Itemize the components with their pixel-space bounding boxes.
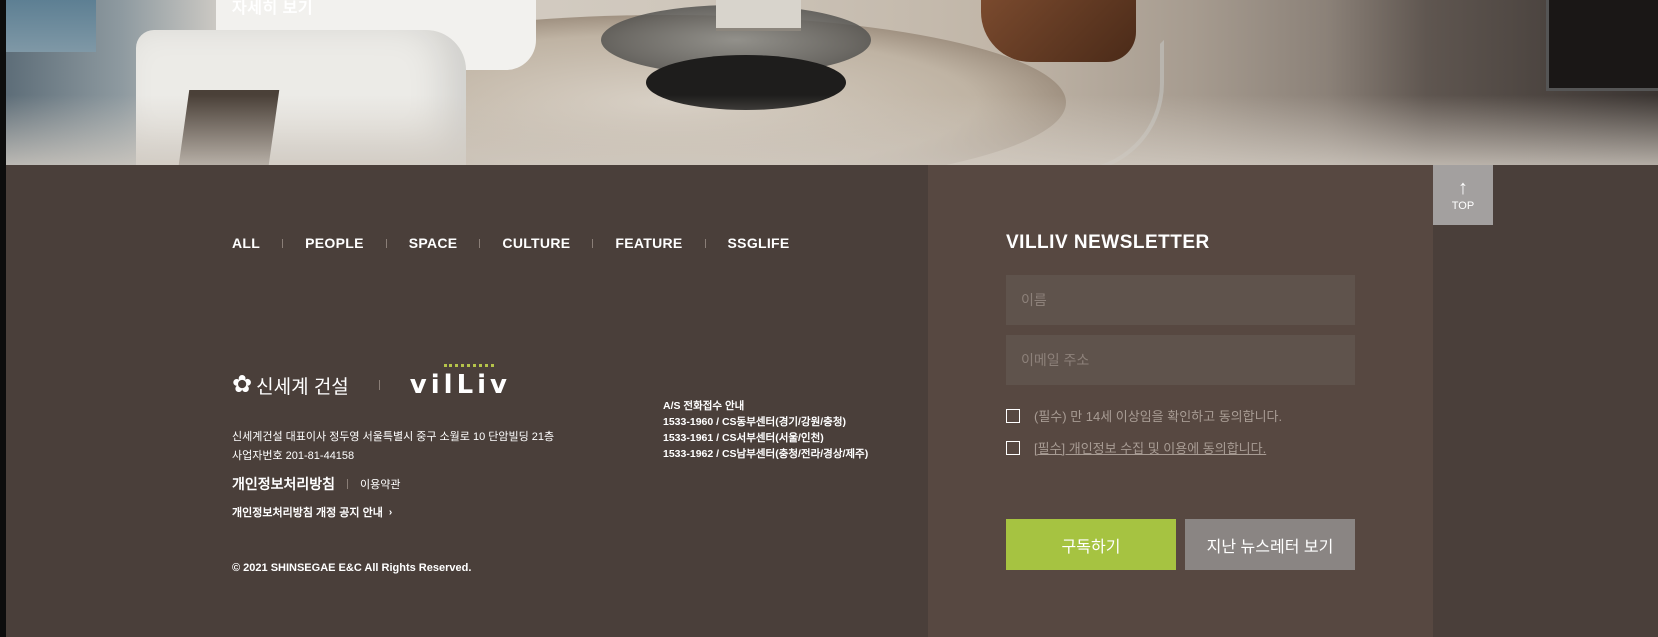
policy-divider bbox=[347, 479, 349, 489]
as-service-info: A/S 전화접수 안내 1533-1960 / CS동부센터(경기/강원/충청)… bbox=[663, 398, 868, 462]
hero-books bbox=[716, 0, 801, 31]
nav-divider bbox=[479, 238, 481, 248]
company-info: 신세계건설 대표이사 정두영 서울특별시 중구 소월로 10 단암빌딩 21층 … bbox=[232, 428, 554, 466]
as-service-title: A/S 전화접수 안내 bbox=[663, 400, 745, 412]
logo-divider bbox=[378, 380, 380, 390]
nav-divider bbox=[385, 238, 387, 248]
arrow-up-icon: ↑ bbox=[1458, 176, 1468, 199]
shinsegae-logo: ✿ 신세계 건설 bbox=[232, 372, 349, 399]
flower-icon: ✿ bbox=[232, 371, 253, 398]
subscribe-button[interactable]: 구독하기 bbox=[1006, 519, 1176, 570]
nav-divider bbox=[592, 238, 594, 248]
age-consent[interactable]: (필수) 만 14세 이상임을 확인하고 동의합니다. bbox=[1006, 406, 1282, 425]
company-address: 신세계건설 대표이사 정두영 서울특별시 중구 소월로 10 단암빌딩 21층 bbox=[232, 431, 555, 443]
villiv-logo: vilLiv bbox=[409, 364, 511, 400]
terms-link[interactable]: 이용약관 bbox=[360, 476, 400, 492]
footer-logos: ✿ 신세계 건설 vilLiv bbox=[232, 364, 511, 400]
age-consent-label: (필수) 만 14세 이상임을 확인하고 동의합니다. bbox=[1034, 409, 1283, 424]
hero-window bbox=[6, 0, 96, 52]
privacy-consent[interactable]: [필수] 개인정보 수집 및 이용에 동의합니다. bbox=[1006, 438, 1266, 457]
as-service-line: 1533-1962 / CS남부센터(충청/전라/경상/제주) bbox=[663, 448, 869, 460]
privacy-consent-label[interactable]: [필수] 개인정보 수집 및 이용에 동의합니다. bbox=[1034, 438, 1266, 457]
hero-door bbox=[1546, 0, 1658, 91]
nav-people[interactable]: PEOPLE bbox=[305, 235, 364, 251]
scroll-top-button[interactable]: ↑ TOP bbox=[1433, 165, 1493, 225]
privacy-notice-label: 개인정보처리방침 개정 공지 안내 bbox=[232, 507, 383, 519]
copyright: © 2021 SHINSEGAE E&C All Rights Reserved… bbox=[232, 562, 472, 574]
chevron-right-icon: › bbox=[388, 506, 393, 518]
view-details-link[interactable]: 자세히 보기 bbox=[232, 0, 313, 18]
nav-culture[interactable]: CULTURE bbox=[502, 235, 570, 251]
past-newsletters-button[interactable]: 지난 뉴스레터 보기 bbox=[1185, 519, 1355, 570]
hero-image bbox=[6, 0, 1658, 165]
nav-feature[interactable]: FEATURE bbox=[615, 235, 682, 251]
nav-all[interactable]: ALL bbox=[232, 235, 260, 251]
shinsegae-logo-text: 신세계 건설 bbox=[256, 376, 349, 398]
footer-edge bbox=[1433, 165, 1658, 637]
name-input[interactable] bbox=[1006, 275, 1355, 325]
privacy-policy-link[interactable]: 개인정보처리방침 bbox=[232, 474, 335, 494]
hero-floor bbox=[6, 95, 1658, 165]
nav-ssglife[interactable]: SSGLIFE bbox=[728, 235, 790, 251]
nav-divider bbox=[282, 238, 284, 248]
as-service-line: 1533-1960 / CS동부센터(경기/강원/충청) bbox=[663, 416, 846, 428]
email-input[interactable] bbox=[1006, 335, 1355, 385]
privacy-consent-checkbox[interactable] bbox=[1006, 440, 1020, 455]
footer-nav: ALL PEOPLE SPACE CULTURE FEATURE SSGLIFE bbox=[232, 235, 790, 251]
scroll-top-label: TOP bbox=[1451, 199, 1475, 212]
business-number: 사업자번호 201-81-44158 bbox=[232, 450, 355, 462]
age-consent-checkbox[interactable] bbox=[1006, 408, 1020, 423]
newsletter-title: VILLIV NEWSLETTER bbox=[1006, 232, 1210, 253]
nav-divider bbox=[704, 238, 706, 248]
villiv-logo-accent bbox=[443, 364, 494, 371]
privacy-notice-link[interactable]: 개인정보처리방침 개정 공지 안내 › bbox=[232, 504, 392, 520]
as-service-line: 1533-1961 / CS서부센터(서울/인천) bbox=[663, 432, 824, 444]
policy-links: 개인정보처리방침 이용약관 bbox=[232, 474, 401, 494]
villiv-logo-text: vilLiv bbox=[409, 370, 511, 400]
nav-space[interactable]: SPACE bbox=[409, 235, 458, 251]
